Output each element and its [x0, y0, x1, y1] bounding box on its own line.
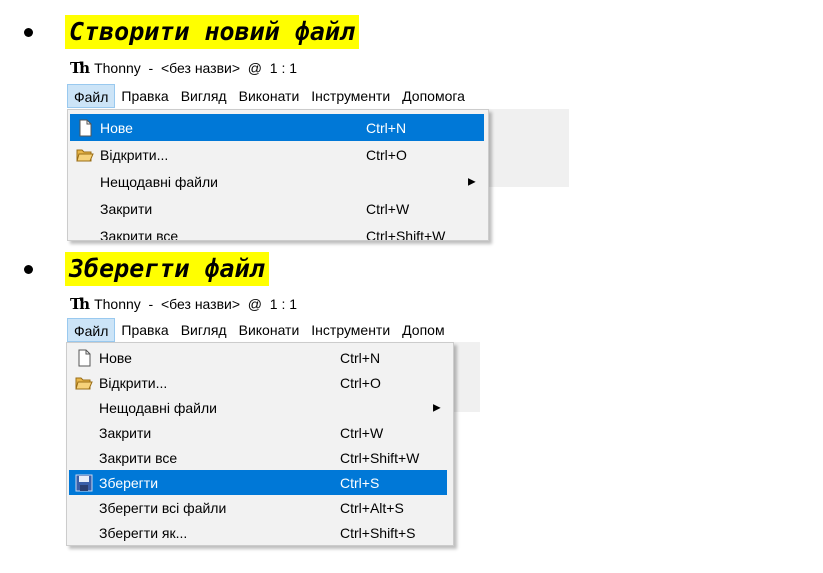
- heading-save-file: Зберегти файл: [0, 252, 269, 286]
- menu-file[interactable]: Файл: [67, 318, 116, 342]
- menu-item-shortcut: Ctrl+Alt+S: [340, 499, 404, 516]
- menu-item-shortcut: Ctrl+N: [366, 119, 407, 136]
- menu-item-save-all[interactable]: Зберегти всі файли Ctrl+Alt+S: [69, 495, 453, 520]
- heading-create-file: Створити новий файл: [0, 15, 359, 49]
- menu-item-label: Відкрити...: [100, 146, 169, 163]
- menu-item-close[interactable]: Закрити Ctrl+W: [70, 195, 488, 222]
- menu-view[interactable]: Вигляд: [175, 318, 233, 342]
- menu-item-close-all[interactable]: Закрити все Ctrl+Shift+W: [70, 222, 488, 241]
- menu-item-shortcut: Ctrl+S: [340, 474, 380, 491]
- menu-item-label: Нещодавні файли: [100, 173, 218, 190]
- menu-bar: Файл Правка Вигляд Виконати Інструменти …: [67, 318, 480, 342]
- thonny-logo-icon: Th: [70, 295, 90, 313]
- submenu-arrow-icon: ▶: [468, 176, 476, 187]
- save-icon: [75, 474, 93, 492]
- bullet: [24, 264, 33, 274]
- window-title-bar: Th Thonny - <без назви> @ 1 : 1: [70, 294, 297, 314]
- menu-edit[interactable]: Правка: [115, 84, 174, 108]
- menu-item-shortcut: Ctrl+N: [340, 349, 381, 366]
- submenu-arrow-icon: ▶: [433, 402, 441, 413]
- menu-run[interactable]: Виконати: [233, 84, 306, 108]
- menu-tools[interactable]: Інструменти: [305, 84, 396, 108]
- menu-item-label: Зберегти всі файли: [99, 499, 227, 516]
- menu-help[interactable]: Допомога: [396, 84, 471, 108]
- menu-file[interactable]: Файл: [67, 84, 116, 108]
- menu-bar: Файл Правка Вигляд Виконати Інструменти …: [67, 84, 471, 108]
- menu-run[interactable]: Виконати: [233, 318, 306, 342]
- menu-item-shortcut: Ctrl+W: [366, 200, 410, 217]
- file-menu-dropdown: Нове Ctrl+N Відкрити... Ctrl+O Нещодавні…: [66, 342, 454, 546]
- editor-area: [486, 109, 569, 187]
- menu-item-open[interactable]: Відкрити... Ctrl+O: [70, 141, 488, 168]
- menu-item-shortcut: Ctrl+O: [366, 146, 407, 163]
- menu-item-new[interactable]: Нове Ctrl+N: [69, 345, 453, 370]
- bullet: [24, 27, 33, 37]
- menu-item-label: Закрити: [99, 424, 152, 441]
- menu-item-save-as[interactable]: Зберегти як... Ctrl+Shift+S: [69, 520, 453, 545]
- window-title: Thonny - <без назви> @ 1 : 1: [94, 296, 298, 312]
- menu-item-label: Закрити все: [99, 449, 178, 466]
- menu-item-shortcut: Ctrl+Shift+W: [340, 449, 420, 466]
- menu-item-label: Закрити: [100, 200, 153, 217]
- heading-text: Зберегти файл: [65, 252, 269, 286]
- window-title: Thonny - <без назви> @ 1 : 1: [94, 60, 298, 76]
- menu-item-label: Нове: [100, 119, 133, 136]
- menu-item-open[interactable]: Відкрити... Ctrl+O: [69, 370, 453, 395]
- menu-item-label: Зберегти: [99, 474, 159, 491]
- new-file-icon: [75, 349, 93, 367]
- thonny-logo-icon: Th: [70, 59, 90, 77]
- heading-text: Створити новий файл: [65, 15, 359, 49]
- folder-open-icon: [76, 146, 94, 164]
- menu-edit[interactable]: Правка: [115, 318, 174, 342]
- menu-item-label: Нещодавні файли: [99, 399, 217, 416]
- menu-help[interactable]: Допом: [396, 318, 450, 342]
- menu-item-close[interactable]: Закрити Ctrl+W: [69, 420, 453, 445]
- menu-item-shortcut: Ctrl+O: [340, 374, 381, 391]
- menu-item-shortcut: Ctrl+Shift+S: [340, 524, 416, 541]
- menu-item-label: Відкрити...: [99, 374, 168, 391]
- file-menu-dropdown: Нове Ctrl+N Відкрити... Ctrl+O Нещодавні…: [67, 109, 489, 241]
- menu-item-label: Зберегти як...: [99, 524, 188, 541]
- menu-item-recent-files[interactable]: Нещодавні файли ▶: [70, 168, 488, 195]
- menu-view[interactable]: Вигляд: [175, 84, 233, 108]
- folder-open-icon: [75, 374, 93, 392]
- menu-item-new[interactable]: Нове Ctrl+N: [70, 114, 484, 141]
- new-file-icon: [76, 119, 94, 137]
- menu-item-shortcut: Ctrl+W: [340, 424, 384, 441]
- menu-item-recent-files[interactable]: Нещодавні файли ▶: [69, 395, 453, 420]
- menu-item-label: Закрити все: [100, 227, 179, 241]
- editor-area: [452, 342, 480, 412]
- menu-item-save[interactable]: Зберегти Ctrl+S: [69, 470, 447, 495]
- menu-item-shortcut: Ctrl+Shift+W: [366, 227, 446, 241]
- menu-item-close-all[interactable]: Закрити все Ctrl+Shift+W: [69, 445, 453, 470]
- menu-tools[interactable]: Інструменти: [305, 318, 396, 342]
- menu-item-label: Нове: [99, 349, 132, 366]
- window-title-bar: Th Thonny - <без назви> @ 1 : 1: [70, 58, 297, 78]
